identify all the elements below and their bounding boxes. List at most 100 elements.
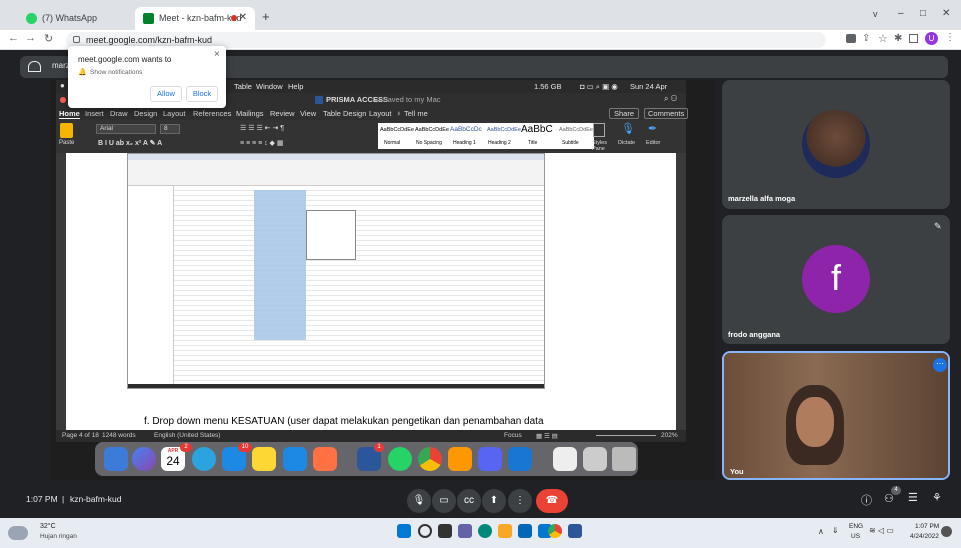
leave-call-button[interactable]: ☎ xyxy=(536,489,568,513)
styles-pane-icon[interactable] xyxy=(593,123,605,137)
tray-overflow-icon[interactable]: ∧ xyxy=(818,527,824,536)
style-subtitle[interactable]: AaBbCcDdEe xyxy=(559,127,593,133)
block-button[interactable]: Block xyxy=(186,86,218,102)
discord-icon[interactable] xyxy=(478,447,502,471)
share-icon[interactable]: ⇪ xyxy=(862,33,870,44)
tab-meet[interactable]: Meet - kzn-bafm-kud ✕ xyxy=(135,7,255,30)
present-button[interactable]: ⬆ xyxy=(482,489,506,513)
notes-icon[interactable] xyxy=(252,447,276,471)
pages-icon[interactable] xyxy=(313,447,337,471)
mac-close-dot[interactable] xyxy=(60,97,66,103)
minimize-button[interactable]: – xyxy=(898,8,904,19)
allow-button[interactable]: Allow xyxy=(150,86,182,102)
word-taskbar-icon[interactable] xyxy=(568,524,582,538)
chat-icon[interactable]: ☰ xyxy=(908,491,918,504)
style-title[interactable]: AaBbC xyxy=(521,124,553,135)
tab-table-layout[interactable]: Layout xyxy=(369,109,392,118)
editor-icon[interactable]: ✒ xyxy=(648,122,657,135)
paste-icon[interactable] xyxy=(60,123,73,138)
downloads-icon[interactable] xyxy=(553,447,577,471)
dictate-icon[interactable]: 🎙 xyxy=(621,122,635,135)
styles-gallery[interactable]: AaBbCcDdEe AaBbCcDdEe AaBbCcDc AaBbCcDdE… xyxy=(378,123,594,149)
menu-help[interactable]: Help xyxy=(288,82,303,91)
app-store-icon[interactable] xyxy=(283,447,307,471)
tab-review[interactable]: Review xyxy=(270,109,295,118)
weather-icon[interactable] xyxy=(8,526,28,540)
siri-icon[interactable] xyxy=(132,447,156,471)
location-icon[interactable]: ⇓ xyxy=(832,526,839,535)
tab-home[interactable]: Home xyxy=(59,109,80,119)
font-family-select[interactable]: Arial xyxy=(96,124,156,134)
finder-icon[interactable] xyxy=(104,447,128,471)
style-normal[interactable]: AaBbCcDdEe xyxy=(380,127,414,133)
chrome-taskbar-icon[interactable] xyxy=(548,524,562,538)
share-button[interactable]: Share xyxy=(609,108,640,119)
style-heading-1[interactable]: AaBbCcDc xyxy=(450,126,482,133)
notifications-icon[interactable] xyxy=(941,526,952,537)
whatsapp-dock-icon[interactable] xyxy=(388,447,412,471)
tab-design[interactable]: Design xyxy=(134,109,157,118)
tab-draw[interactable]: Draw xyxy=(110,109,128,118)
bookmark-star-icon[interactable]: ☆ xyxy=(878,32,888,45)
edge-icon[interactable] xyxy=(478,524,492,538)
new-tab-button[interactable]: + xyxy=(262,9,270,24)
menu-window[interactable]: Window xyxy=(256,82,283,91)
pin-icon[interactable]: ✎ xyxy=(934,221,942,232)
view-buttons[interactable]: ▦ ☰ ▤ xyxy=(536,432,558,440)
close-tab-icon[interactable]: ✕ xyxy=(239,12,247,23)
back-arrow-icon[interactable]: ← xyxy=(8,32,19,44)
teams-chat-icon[interactable] xyxy=(458,524,472,538)
camera-indicator-icon[interactable] xyxy=(846,34,856,43)
font-size-select[interactable]: 8 xyxy=(160,124,180,134)
telegram-icon[interactable] xyxy=(192,447,216,471)
input-language[interactable]: ENG xyxy=(849,523,863,530)
menu-table[interactable]: Table xyxy=(234,82,252,91)
participant-tile-marzella[interactable]: marzella alfa moga xyxy=(722,80,950,209)
tab-layout[interactable]: Layout xyxy=(163,109,186,118)
forward-arrow-icon[interactable]: → xyxy=(25,32,36,44)
tab-insert[interactable]: Insert xyxy=(85,109,104,118)
camera-button[interactable]: ▭ xyxy=(432,489,456,513)
close-popup-icon[interactable]: × xyxy=(214,49,220,60)
reload-icon[interactable]: ↻ xyxy=(44,32,53,45)
more-options-icon[interactable]: ⋯ xyxy=(933,358,947,372)
taskbar-time[interactable]: 1:07 PM xyxy=(915,523,939,530)
tab-references[interactable]: References xyxy=(193,109,231,118)
microsoft-store-icon[interactable] xyxy=(518,524,532,538)
activities-icon[interactable]: ⚘ xyxy=(932,491,942,504)
tab-table-design[interactable]: Table Design xyxy=(323,109,366,118)
search-taskbar-icon[interactable] xyxy=(418,524,432,538)
align-buttons[interactable]: ≡ ≡ ≡ ≡ ↕ ◆ ▦ xyxy=(240,139,284,147)
file-explorer-icon[interactable] xyxy=(498,524,512,538)
trash-icon[interactable] xyxy=(612,447,636,471)
focus-button[interactable]: Focus xyxy=(504,432,522,439)
participant-tile-frodo[interactable]: ✎ f frodo anggana xyxy=(722,215,950,344)
microphone-button[interactable]: 🎙 xyxy=(407,489,431,513)
tab-mailings[interactable]: Mailings xyxy=(236,109,264,118)
zoom-slider[interactable] xyxy=(596,435,656,436)
side-panel-icon[interactable] xyxy=(909,34,918,43)
tab-view[interactable]: View xyxy=(300,109,316,118)
style-no-spacing[interactable]: AaBbCcDdEe xyxy=(415,127,449,133)
extensions-icon[interactable]: ✱ xyxy=(894,33,902,44)
tell-me[interactable]: Tell me xyxy=(404,109,428,118)
menu-kebab-icon[interactable]: ⋮ xyxy=(945,32,955,43)
start-button-icon[interactable] xyxy=(397,524,411,538)
chrome-icon[interactable] xyxy=(418,447,442,471)
network-volume-battery-icon[interactable]: ≋ ◁ ▭ xyxy=(869,526,894,535)
document-preview-icon[interactable] xyxy=(583,447,607,471)
outlook-icon[interactable] xyxy=(508,447,532,471)
comments-button[interactable]: Comments xyxy=(644,108,689,119)
meeting-details-icon[interactable]: ⓘ xyxy=(861,492,872,508)
list-buttons[interactable]: ☰ ☰ ☰ ⇤ ⇥ ¶ xyxy=(240,124,284,132)
more-options-button[interactable]: ⋮ xyxy=(508,489,532,513)
close-window-button[interactable]: ✕ xyxy=(942,8,950,19)
tab-search-icon[interactable]: v xyxy=(873,9,878,19)
search-icon[interactable]: ⌕ ⚇ xyxy=(664,94,677,104)
participant-tile-self[interactable]: ⋯ You xyxy=(722,351,950,480)
captions-button[interactable]: cc xyxy=(457,489,481,513)
style-heading-2[interactable]: AaBbCcDdEe xyxy=(487,127,521,133)
profile-avatar[interactable]: U xyxy=(925,32,938,45)
format-buttons[interactable]: B I U ab x₂ x² A ✎ A xyxy=(98,139,162,147)
maximize-button[interactable]: □ xyxy=(920,8,926,19)
